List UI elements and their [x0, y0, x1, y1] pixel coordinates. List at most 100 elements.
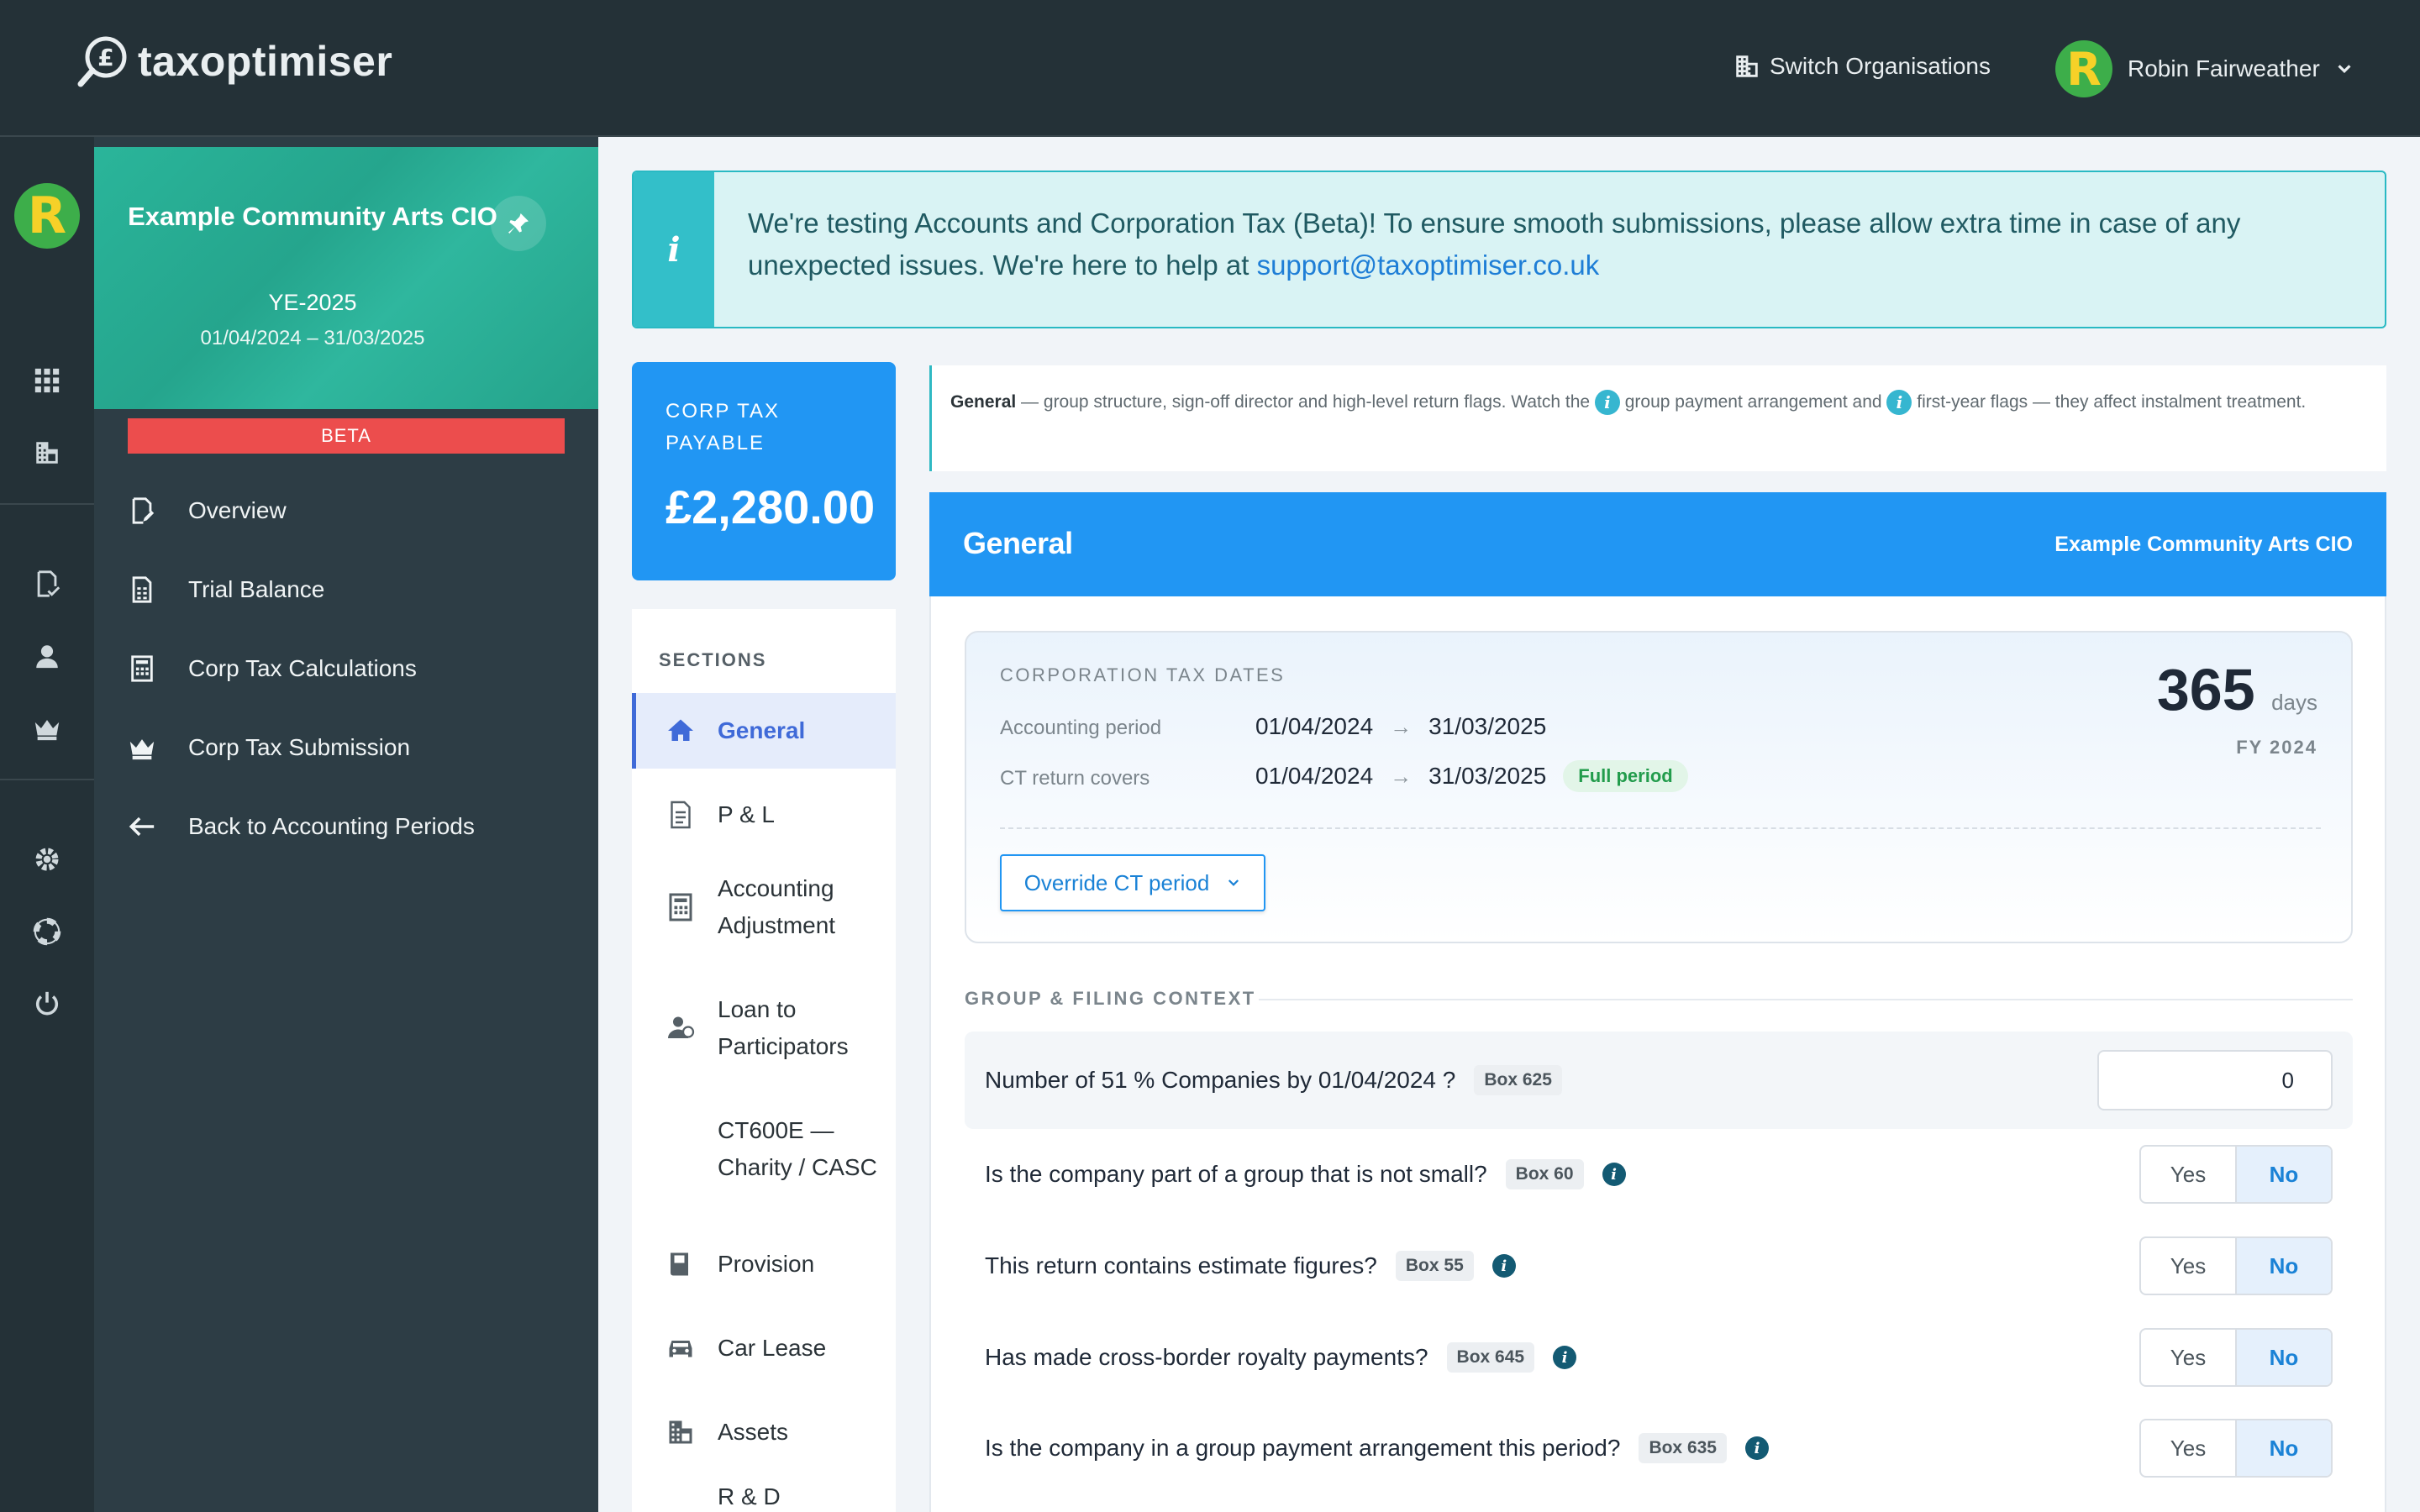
user-icon[interactable]	[30, 639, 64, 673]
info-icon: i	[634, 172, 714, 327]
sections-title: SECTIONS	[659, 649, 767, 670]
org-name: Example Community Arts CIO	[128, 202, 497, 231]
document-icon	[671, 801, 691, 829]
document-check-icon[interactable]	[30, 567, 64, 601]
beta-info-banner: i We're testing Accounts and Corporation…	[632, 171, 2386, 328]
calculator-icon	[131, 655, 153, 682]
nav-overview[interactable]: Overview	[128, 486, 287, 536]
ct-dates-box: CORPORATION TAX DATES Accounting period …	[965, 631, 2353, 943]
power-icon[interactable]	[30, 987, 64, 1021]
box-tag: Box 635	[1639, 1433, 1727, 1463]
ct-return-covers-value: 01/04/2024 → 31/03/2025 Full period	[1255, 760, 1688, 792]
apps-grid-icon[interactable]	[30, 364, 64, 397]
crown-icon[interactable]	[30, 711, 64, 745]
cross-border-royalty-toggle: Yes No	[2139, 1328, 2333, 1387]
yes-option[interactable]: Yes	[2141, 1420, 2237, 1476]
nav-corp-tax-calculations-label: Corp Tax Calculations	[188, 655, 417, 681]
yes-option[interactable]: Yes	[2141, 1147, 2237, 1202]
building-icon[interactable]	[30, 436, 64, 470]
nav-back-label: Back to Accounting Periods	[188, 813, 475, 839]
document-edit-icon	[132, 497, 155, 524]
user-menu[interactable]: R Robin Fairweather	[2055, 40, 2354, 97]
full-period-badge: Full period	[1563, 760, 1688, 792]
switch-organisations-button[interactable]: Switch Organisations	[1733, 52, 1991, 81]
nav-corp-tax-submission[interactable]: Corp Tax Submission	[128, 722, 410, 773]
arrow-right-icon: →	[1390, 763, 1413, 789]
accounting-period-label: Accounting period	[1000, 717, 1162, 739]
panel-org-name: Example Community Arts CIO	[2054, 533, 2353, 556]
org-period-dates: 01/04/2024 – 31/03/2025	[200, 327, 425, 349]
sidebar: Example Community Arts CIO YE-2025 01/04…	[94, 137, 598, 1512]
no-option[interactable]: No	[2237, 1420, 2331, 1476]
top-bar: £ taxoptimiser Switch Organisations R Ro…	[0, 0, 2420, 137]
sections-nav: SECTIONS General P & L Accounting Adjust…	[632, 609, 896, 1512]
building-icon	[669, 1420, 692, 1444]
org-card	[94, 147, 598, 409]
nav-corp-tax-calculations[interactable]: Corp Tax Calculations	[128, 643, 417, 694]
info-icon[interactable]: i	[1491, 1254, 1516, 1278]
info-icon[interactable]: i	[1553, 1346, 1577, 1369]
group-not-small-toggle: Yes No	[2139, 1145, 2333, 1204]
period-days: 365 days	[2156, 657, 2317, 722]
question-group-not-small: Is the company part of a group that is n…	[965, 1126, 2353, 1223]
override-ct-period-button[interactable]: Override CT period	[1000, 854, 1265, 911]
section-general[interactable]: General	[632, 693, 896, 769]
section-assets[interactable]: Assets	[632, 1394, 896, 1470]
support-email-link[interactable]: support@taxoptimiser.co.uk	[1257, 249, 1600, 281]
gear-icon[interactable]	[30, 843, 64, 876]
info-icon[interactable]: i	[1602, 1163, 1626, 1186]
nav-trial-balance-label: Trial Balance	[188, 576, 325, 602]
info-icon[interactable]: i	[1744, 1436, 1769, 1460]
divider	[1000, 827, 2321, 829]
section-p-and-l[interactable]: P & L	[632, 777, 896, 853]
section-provision[interactable]: Provision	[632, 1226, 896, 1302]
group-filing-context-label: GROUP & FILING CONTEXT	[965, 988, 1256, 1009]
section-loan-to-participators[interactable]: Loan to Participators	[632, 982, 896, 1074]
ct-dates-label: CORPORATION TAX DATES	[1000, 664, 1286, 685]
building-icon	[1736, 55, 1758, 77]
arrow-right-icon: →	[1390, 713, 1413, 739]
box-tag: Box 55	[1395, 1251, 1474, 1281]
panel-title: General	[963, 526, 1073, 560]
section-ct600e[interactable]: CT600E — Charity / CASC	[632, 1103, 896, 1195]
org-avatar[interactable]: R	[14, 183, 80, 249]
section-accounting-adjustment[interactable]: Accounting Adjustment	[632, 861, 896, 953]
rail-divider	[0, 503, 94, 505]
yes-option[interactable]: Yes	[2141, 1238, 2237, 1294]
no-option[interactable]: No	[2237, 1330, 2331, 1385]
org-year-end: YE-2025	[268, 290, 357, 315]
logo[interactable]: £ taxoptimiser	[76, 34, 392, 89]
info-icon[interactable]: i	[1886, 390, 1912, 416]
car-icon	[669, 1341, 692, 1357]
pin-button[interactable]	[491, 196, 546, 251]
no-option[interactable]: No	[2237, 1147, 2331, 1202]
nav-corp-tax-submission-label: Corp Tax Submission	[188, 734, 411, 760]
section-r-and-d[interactable]: R & D	[632, 1478, 896, 1512]
section-car-lease[interactable]: Car Lease	[632, 1310, 896, 1386]
nav-trial-balance[interactable]: Trial Balance	[128, 564, 324, 615]
corp-tax-payable-value: £2,280.00	[666, 480, 876, 533]
51-percent-companies-input[interactable]: 0	[2097, 1050, 2333, 1110]
panel-header: General Example Community Arts CIO	[929, 492, 2386, 596]
yes-option[interactable]: Yes	[2141, 1330, 2237, 1385]
crown-icon	[129, 739, 155, 760]
blank-icon	[666, 1134, 696, 1164]
main-content: i We're testing Accounts and Corporation…	[598, 137, 2420, 1512]
nav-back-to-periods[interactable]: Back to Accounting Periods	[128, 801, 475, 852]
magnifier-pound-icon: £	[77, 36, 127, 87]
estimate-figures-toggle: Yes No	[2139, 1236, 2333, 1295]
beta-badge: BETA	[128, 418, 565, 454]
ct-return-covers-label: CT return covers	[1000, 767, 1150, 790]
pin-icon	[508, 213, 529, 234]
switch-organisations-label: Switch Organisations	[1770, 53, 1991, 79]
divider	[1259, 999, 2353, 1000]
accounting-period-value: 01/04/2024 → 31/03/2025	[1255, 713, 1547, 739]
info-icon[interactable]: i	[1594, 390, 1620, 416]
corp-tax-payable-label: CORP TAX PAYABLE	[666, 400, 781, 454]
general-panel: General Example Community Arts CIO CORPO…	[929, 492, 2386, 1512]
lifebuoy-icon[interactable]	[30, 915, 64, 948]
no-option[interactable]: No	[2237, 1238, 2331, 1294]
person-money-icon	[668, 1016, 695, 1038]
rail-divider	[0, 779, 94, 780]
logo-text: taxoptimiser	[138, 38, 393, 85]
